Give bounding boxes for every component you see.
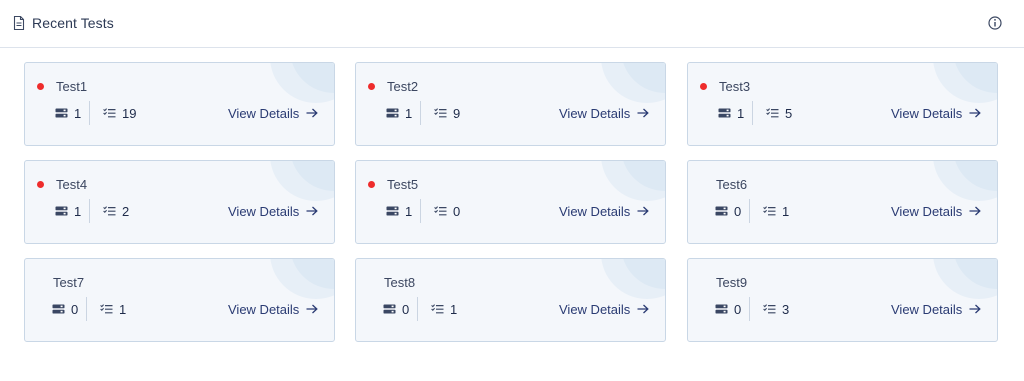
stat-divider bbox=[749, 297, 750, 321]
stat-divider bbox=[752, 101, 753, 125]
checklist-icon bbox=[766, 108, 779, 118]
document-icon bbox=[13, 16, 25, 30]
test-card-3[interactable]: Test3 1 5 View Details bbox=[687, 62, 998, 146]
test-name: Test3 bbox=[719, 79, 751, 94]
stat-divider bbox=[86, 297, 87, 321]
checklist-icon bbox=[103, 108, 116, 118]
checklist-icon bbox=[763, 206, 776, 216]
view-details-link[interactable]: View Details bbox=[228, 204, 299, 219]
test-name: Test4 bbox=[56, 177, 88, 192]
arrow-right-icon[interactable] bbox=[637, 304, 649, 314]
arrow-right-icon[interactable] bbox=[306, 304, 318, 314]
stat-divider bbox=[749, 199, 750, 223]
stat-divider bbox=[89, 199, 90, 223]
stat-divider bbox=[417, 297, 418, 321]
test-name: Test9 bbox=[716, 275, 748, 290]
test-name: Test1 bbox=[56, 79, 88, 94]
view-details-link[interactable]: View Details bbox=[228, 302, 299, 317]
server-count: 1 bbox=[405, 204, 413, 219]
test-name: Test5 bbox=[387, 177, 419, 192]
arrow-right-icon[interactable] bbox=[637, 206, 649, 216]
status-dot bbox=[700, 83, 707, 90]
server-icon bbox=[715, 304, 728, 314]
info-icon[interactable] bbox=[988, 16, 1002, 30]
view-details-link[interactable]: View Details bbox=[891, 204, 962, 219]
test-card-8[interactable]: Test8 0 1 View Details bbox=[355, 258, 666, 342]
test-card-5[interactable]: Test5 1 0 View Details bbox=[355, 160, 666, 244]
server-icon bbox=[386, 108, 399, 118]
arrow-right-icon[interactable] bbox=[969, 108, 981, 118]
check-count: 0 bbox=[453, 204, 461, 219]
arrow-right-icon[interactable] bbox=[969, 304, 981, 314]
status-dot bbox=[368, 83, 375, 90]
checklist-icon bbox=[100, 304, 113, 314]
arrow-right-icon[interactable] bbox=[306, 108, 318, 118]
panel-header: Recent Tests bbox=[0, 0, 1024, 48]
arrow-right-icon[interactable] bbox=[637, 108, 649, 118]
server-count: 0 bbox=[734, 302, 742, 317]
test-name: Test8 bbox=[384, 275, 416, 290]
recent-tests-panel: Recent Tests Test1 1 19 View Details Tes… bbox=[0, 0, 1024, 381]
status-dot bbox=[368, 181, 375, 188]
checklist-icon bbox=[763, 304, 776, 314]
test-card-9[interactable]: Test9 0 3 View Details bbox=[687, 258, 998, 342]
server-icon bbox=[718, 108, 731, 118]
check-count: 1 bbox=[782, 204, 790, 219]
test-card-1[interactable]: Test1 1 19 View Details bbox=[24, 62, 335, 146]
test-name: Test2 bbox=[387, 79, 419, 94]
view-details-link[interactable]: View Details bbox=[559, 302, 630, 317]
server-icon bbox=[52, 304, 65, 314]
check-count: 9 bbox=[453, 106, 461, 121]
server-count: 1 bbox=[737, 106, 745, 121]
check-count: 1 bbox=[119, 302, 127, 317]
stat-divider bbox=[420, 199, 421, 223]
server-count: 1 bbox=[74, 204, 82, 219]
server-icon bbox=[55, 206, 68, 216]
stat-divider bbox=[420, 101, 421, 125]
stat-divider bbox=[89, 101, 90, 125]
check-count: 5 bbox=[785, 106, 793, 121]
checklist-icon bbox=[431, 304, 444, 314]
server-icon bbox=[386, 206, 399, 216]
view-details-link[interactable]: View Details bbox=[228, 106, 299, 121]
server-icon bbox=[383, 304, 396, 314]
server-count: 0 bbox=[734, 204, 742, 219]
view-details-link[interactable]: View Details bbox=[891, 302, 962, 317]
test-card-2[interactable]: Test2 1 9 View Details bbox=[355, 62, 666, 146]
panel-title: Recent Tests bbox=[32, 15, 114, 31]
test-card-4[interactable]: Test4 1 2 View Details bbox=[24, 160, 335, 244]
check-count: 19 bbox=[122, 106, 137, 121]
arrow-right-icon[interactable] bbox=[969, 206, 981, 216]
test-card-7[interactable]: Test7 0 1 View Details bbox=[24, 258, 335, 342]
server-count: 0 bbox=[71, 302, 79, 317]
server-icon bbox=[55, 108, 68, 118]
status-dot bbox=[37, 181, 44, 188]
server-count: 1 bbox=[74, 106, 82, 121]
check-count: 1 bbox=[450, 302, 458, 317]
server-count: 0 bbox=[402, 302, 410, 317]
server-count: 1 bbox=[405, 106, 413, 121]
checklist-icon bbox=[103, 206, 116, 216]
test-name: Test6 bbox=[716, 177, 748, 192]
test-name: Test7 bbox=[53, 275, 85, 290]
arrow-right-icon[interactable] bbox=[306, 206, 318, 216]
view-details-link[interactable]: View Details bbox=[559, 204, 630, 219]
view-details-link[interactable]: View Details bbox=[891, 106, 962, 121]
checklist-icon bbox=[434, 206, 447, 216]
server-icon bbox=[715, 206, 728, 216]
check-count: 2 bbox=[122, 204, 130, 219]
test-card-6[interactable]: Test6 0 1 View Details bbox=[687, 160, 998, 244]
status-dot bbox=[37, 83, 44, 90]
check-count: 3 bbox=[782, 302, 790, 317]
checklist-icon bbox=[434, 108, 447, 118]
view-details-link[interactable]: View Details bbox=[559, 106, 630, 121]
